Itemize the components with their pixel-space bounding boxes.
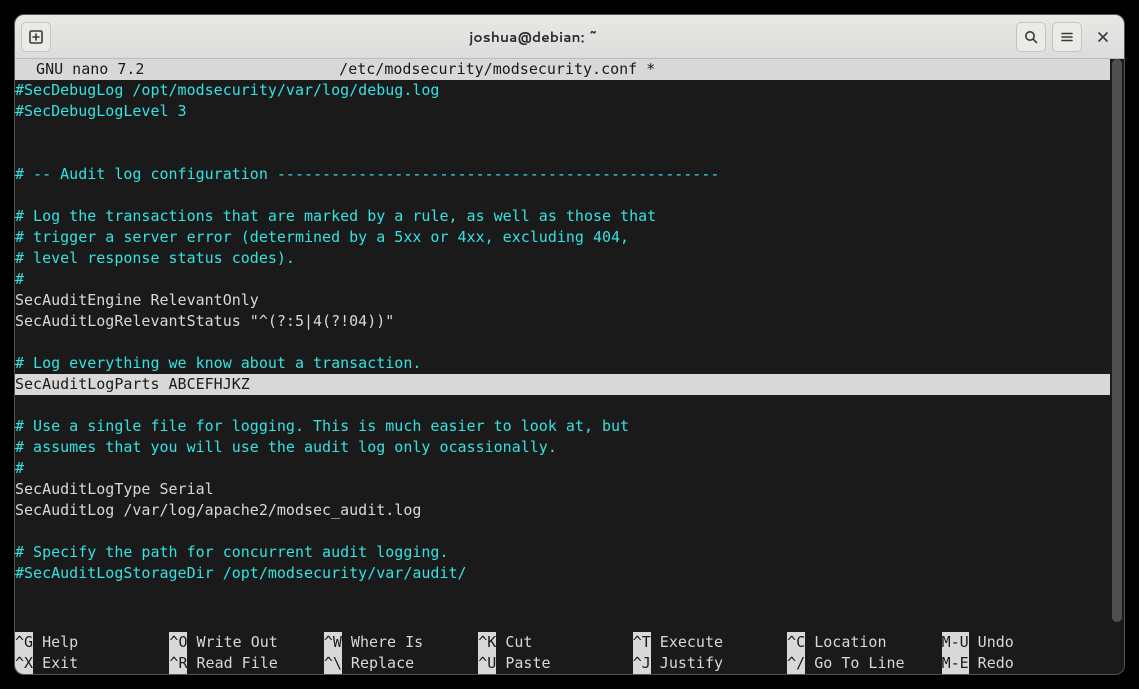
editor-line: # trigger a server error (determined by … [15, 227, 1110, 248]
editor-line: SecAuditEngine RelevantOnly [15, 290, 1110, 311]
search-icon [1023, 29, 1039, 45]
help-key: ^K [478, 632, 496, 653]
editor-line: # [15, 458, 1110, 479]
help-key: ^\ [324, 653, 342, 674]
titlebar: joshua@debian: ~ [15, 15, 1124, 59]
help-label: Read File [187, 653, 277, 674]
cursor [250, 374, 259, 393]
help-label: Where Is [342, 632, 423, 653]
help-key: ^O [169, 632, 187, 653]
help-label: Justify [651, 653, 723, 674]
help-item: ^\ Replace [324, 653, 478, 674]
help-label: Help [33, 632, 78, 653]
editor-line: # assumes that you will use the audit lo… [15, 437, 1110, 458]
terminal-viewport[interactable]: GNU nano 7.2 /etc/modsecurity/modsecurit… [15, 59, 1124, 674]
editor-line: # -- Audit log configuration -----------… [15, 164, 1110, 185]
help-key: ^C [787, 632, 805, 653]
help-label: Paste [496, 653, 550, 674]
help-label: Write Out [187, 632, 277, 653]
menu-button[interactable] [1052, 22, 1082, 52]
new-tab-button[interactable] [21, 22, 51, 52]
terminal-window: joshua@debian: ~ GNU nano 7.2 /etc/modse… [14, 14, 1125, 675]
hamburger-icon [1059, 29, 1075, 45]
window-title: joshua@debian: ~ [57, 27, 1010, 47]
help-key: ^U [478, 653, 496, 674]
help-label: Exit [33, 653, 78, 674]
editor-line [15, 521, 1110, 542]
help-key: ^J [633, 653, 651, 674]
help-key: M-U [942, 632, 969, 653]
nano-version: GNU nano 7.2 [15, 59, 144, 80]
help-item: M-U Undo [942, 632, 1096, 653]
help-label: Cut [496, 632, 532, 653]
nano-filename: /etc/modsecurity/modsecurity.conf * [144, 59, 850, 80]
help-label: Location [805, 632, 886, 653]
editor-line: SecAuditLogType Serial [15, 479, 1110, 500]
help-label: Go To Line [805, 653, 904, 674]
help-label: Replace [342, 653, 414, 674]
close-button[interactable] [1088, 22, 1118, 52]
editor-line: # Specify the path for concurrent audit … [15, 542, 1110, 563]
editor-line: # level response status codes). [15, 248, 1110, 269]
close-icon [1095, 29, 1111, 45]
help-label: Execute [651, 632, 723, 653]
help-item: ^C Location [787, 632, 941, 653]
editor-line: # [15, 269, 1110, 290]
editor-content[interactable]: #SecDebugLog /opt/modsecurity/var/log/de… [15, 80, 1110, 605]
help-key: ^X [15, 653, 33, 674]
help-item: ^W Where Is [324, 632, 478, 653]
help-key: ^/ [787, 653, 805, 674]
help-key: M-E [942, 653, 969, 674]
editor-line: SecAuditLogParts ABCEFHJKZ [15, 374, 1110, 395]
editor-line [15, 122, 1110, 143]
nano-help-bar: ^G Help^O Write Out^W Where Is^K Cut^T E… [15, 632, 1096, 674]
editor-line: # Use a single file for logging. This is… [15, 416, 1110, 437]
nano-statusline: GNU nano 7.2 /etc/modsecurity/modsecurit… [15, 59, 1110, 80]
editor-line: #SecAuditLogStorageDir /opt/modsecurity/… [15, 563, 1110, 584]
help-item: ^/ Go To Line [787, 653, 941, 674]
help-item: ^J Justify [633, 653, 787, 674]
editor-line: #SecDebugLogLevel 3 [15, 101, 1110, 122]
editor-line [15, 395, 1110, 416]
editor-line [15, 143, 1110, 164]
help-item: ^G Help [15, 632, 169, 653]
help-item: ^X Exit [15, 653, 169, 674]
editor-line: SecAuditLog /var/log/apache2/modsec_audi… [15, 500, 1110, 521]
help-label: Undo [969, 632, 1014, 653]
help-key: ^T [633, 632, 651, 653]
help-key: ^R [169, 653, 187, 674]
help-item: ^U Paste [478, 653, 632, 674]
editor-line: # Log the transactions that are marked b… [15, 206, 1110, 227]
editor-line [15, 332, 1110, 353]
editor-line [15, 584, 1110, 605]
editor-line: #SecDebugLog /opt/modsecurity/var/log/de… [15, 80, 1110, 101]
search-button[interactable] [1016, 22, 1046, 52]
help-item: ^O Write Out [169, 632, 323, 653]
help-item: ^K Cut [478, 632, 632, 653]
new-tab-icon [28, 29, 44, 45]
help-item: ^R Read File [169, 653, 323, 674]
editor-line: SecAuditLogRelevantStatus "^(?:5|4(?!04)… [15, 311, 1110, 332]
help-item: ^T Execute [633, 632, 787, 653]
help-item: M-E Redo [942, 653, 1096, 674]
scrollbar[interactable] [1112, 59, 1122, 622]
help-key: ^G [15, 632, 33, 653]
editor-line [15, 185, 1110, 206]
help-key: ^W [324, 632, 342, 653]
help-label: Redo [969, 653, 1014, 674]
editor-line: # Log everything we know about a transac… [15, 353, 1110, 374]
